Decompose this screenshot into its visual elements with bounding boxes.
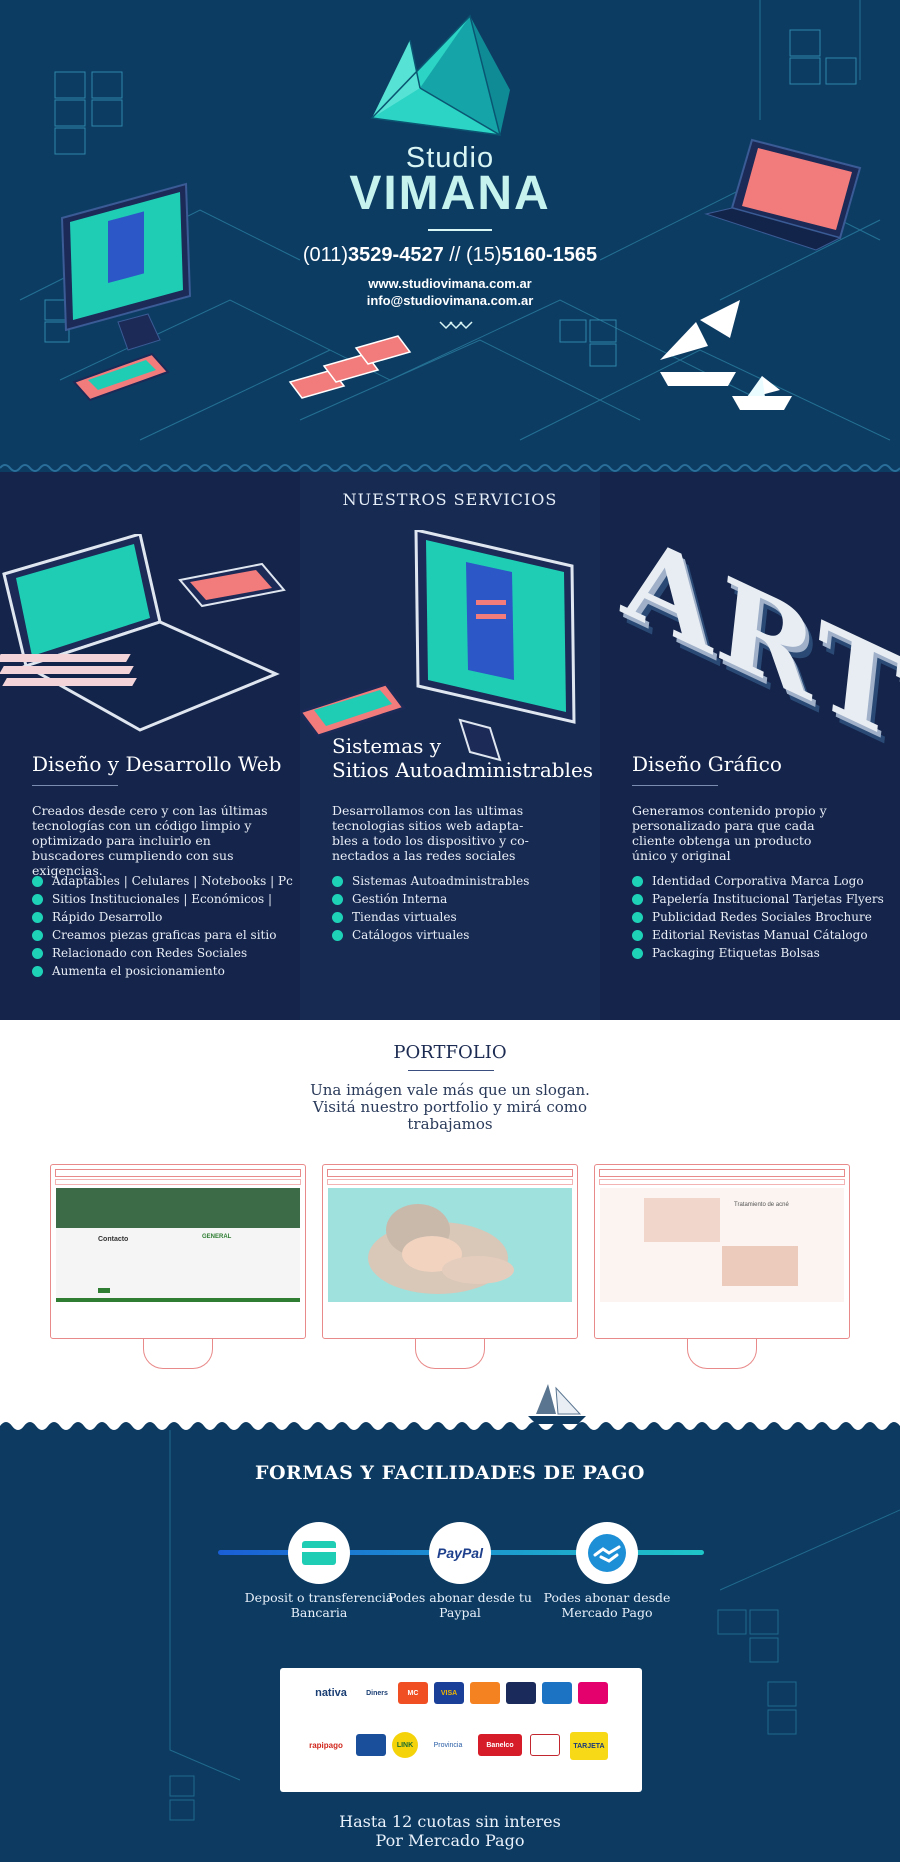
brand-divider <box>428 229 492 231</box>
bank-transfer-label: Deposit o transferencia Bancaria <box>244 1590 394 1620</box>
payment-background-lines <box>169 1430 900 1821</box>
card-argencard <box>530 1734 560 1756</box>
payment-section: FORMAS Y FACILIDADES DE PAGO PayPal Depo… <box>0 1430 900 1862</box>
mercado-pago-handshake-icon <box>588 1534 626 1572</box>
phone-illustrations-center <box>288 335 412 399</box>
installments-line-2: Por Mercado Pago <box>375 1831 525 1850</box>
site-screenshot-contact: Contacto GENERAL <box>56 1188 300 1302</box>
list-item: Editorial Revistas Manual Cátalogo <box>632 926 884 944</box>
services-heading: NUESTROS SERVICIOS <box>342 490 558 509</box>
card-mastercard: MC <box>398 1682 428 1704</box>
portfolio-item-2[interactable] <box>322 1164 578 1370</box>
list-item: Catálogos virtuales <box>332 926 529 944</box>
payment-cards-panel: nativa Diners MC VISA rapipago LINK Prov… <box>280 1668 642 1792</box>
card-logo <box>356 1734 386 1756</box>
website-link[interactable]: www.studiovimana.com.ar <box>0 276 900 291</box>
service-column-web: Diseño y Desarrollo Web Creados desde ce… <box>0 472 300 1020</box>
phone-2-number: 5160-1565 <box>501 244 598 266</box>
portfolio-title: PORTFOLIO <box>393 1042 507 1063</box>
brand-vimana-text: VIMANA <box>349 167 551 220</box>
hero-isometric-illustration <box>0 0 900 472</box>
paypal-label: Podes abonar desde tu Paypal <box>388 1590 532 1620</box>
list-item: Adaptables | Celulares | Notebooks | Pc <box>32 872 293 890</box>
portfolio-item-1[interactable]: Contacto GENERAL <box>50 1164 306 1370</box>
service-web-title: Diseño y Desarrollo Web <box>32 752 282 776</box>
site-beauty-heading: Tratamiento de acné <box>734 1202 789 1208</box>
card-visa: VISA <box>434 1682 464 1704</box>
site-screenshot-baby <box>328 1188 572 1302</box>
list-item: Rápido Desarrollo <box>32 908 293 926</box>
card-logo <box>506 1682 536 1704</box>
phone-1-number: 3529-4527 <box>348 244 444 266</box>
list-item: Creamos piezas graficas para el sitio <box>32 926 293 944</box>
card-rapipago: rapipago <box>304 1734 348 1756</box>
card-logo <box>470 1682 500 1704</box>
art-3d-text: ART <box>617 505 900 770</box>
browser-frame: Contacto GENERAL <box>50 1164 306 1339</box>
installments-text: Hasta 12 cuotas sin interes Por Mercado … <box>0 1812 900 1850</box>
bank-card-icon <box>302 1541 336 1565</box>
phone-separator: // <box>443 244 466 266</box>
service-column-graphic: ART Diseño Gráfico Generamos contenido p… <box>600 472 900 1020</box>
portfolio-divider <box>408 1070 494 1071</box>
site-contact-heading: Contacto <box>98 1236 129 1243</box>
bank-transfer-button[interactable] <box>288 1522 350 1584</box>
vimana-crystal-logo <box>370 14 510 136</box>
mercado-pago-label: Podes abonar desde Mercado Pago <box>543 1590 671 1620</box>
service-web-description: Creados desde cero y con las últimas tec… <box>32 803 268 878</box>
service-graphic-list: Identidad Corporativa Marca Logo Papeler… <box>632 872 884 962</box>
list-item: Packaging Etiquetas Bolsas <box>632 944 884 962</box>
list-item: Identidad Corporativa Marca Logo <box>632 872 884 890</box>
mercado-pago-button[interactable] <box>576 1522 638 1584</box>
email-link[interactable]: info@studiovimana.com.ar <box>0 293 900 308</box>
phone-2-prefix: (15) <box>465 244 502 266</box>
service-graphic-title: Diseño Gráfico <box>632 752 782 776</box>
phone-numbers[interactable]: (011)3529-4527 // (15)5160-1565 <box>0 244 900 267</box>
list-item: Sistemas Autoadministrables <box>332 872 529 890</box>
card-nativa: nativa <box>308 1682 354 1704</box>
portfolio-text: Una imágen vale más que un slogan. Visit… <box>310 1081 590 1133</box>
card-banelco: Banelco <box>478 1734 522 1756</box>
paypal-logo: PayPal <box>437 1545 483 1561</box>
portfolio-item-3[interactable]: Tratamiento de acné <box>594 1164 850 1370</box>
services-section: Diseño y Desarrollo Web Creados desde ce… <box>0 472 900 1020</box>
browser-frame: Tratamiento de acné <box>594 1164 850 1339</box>
browser-frame <box>322 1164 578 1339</box>
card-link: LINK <box>392 1732 418 1758</box>
list-item: Aumenta el posicionamiento <box>32 962 293 980</box>
phone-illustration-left <box>72 352 170 402</box>
hero-section: Studio VIMANA (011)3529-4527 // (15)5160… <box>0 0 900 472</box>
card-logo <box>542 1682 572 1704</box>
service-web-divider <box>32 785 118 786</box>
list-item: Sitios Institucionales | Económicos | <box>32 890 293 908</box>
chevron-decoration <box>439 321 473 330</box>
baby-photo <box>368 1204 514 1294</box>
service-systems-title: Sistemas y Sitios Autoadministrables <box>332 734 594 782</box>
sailboat-illustrations <box>660 300 792 410</box>
service-graphic-divider <box>632 785 718 786</box>
service-web-list: Adaptables | Celulares | Notebooks | Pc … <box>32 872 293 980</box>
installments-line-1: Hasta 12 cuotas sin interes <box>339 1812 561 1831</box>
card-diners: Diners <box>362 1682 392 1704</box>
phone-1-prefix: (011) <box>302 244 349 266</box>
site-brand: GENERAL <box>202 1234 232 1240</box>
list-item: Gestión Interna <box>332 890 529 908</box>
site-screenshot-beauty: Tratamiento de acné <box>600 1188 844 1302</box>
card-logo <box>578 1682 608 1704</box>
list-item: Papelería Institucional Tarjetas Flyers <box>632 890 884 908</box>
card-tarjeta: TARJETA <box>570 1732 608 1760</box>
portfolio-section: PORTFOLIO Una imágen vale más que un slo… <box>0 1020 900 1430</box>
sailboat-icon <box>528 1384 586 1424</box>
list-item: Publicidad Redes Sociales Brochure <box>632 908 884 926</box>
service-column-systems: Sistemas y Sitios Autoadministrables Des… <box>300 472 600 1020</box>
card-provincia: Provincia <box>426 1734 470 1756</box>
list-item: Tiendas virtuales <box>332 908 529 926</box>
list-item: Relacionado con Redes Sociales <box>32 944 293 962</box>
payment-title: FORMAS Y FACILIDADES DE PAGO <box>254 1462 645 1484</box>
service-systems-list: Sistemas Autoadministrables Gestión Inte… <box>332 872 529 944</box>
service-graphic-description: Generamos contenido propio y personaliza… <box>632 803 827 863</box>
service-systems-description: Desarrollamos con las ultimas tecnologia… <box>332 803 529 863</box>
paypal-button[interactable]: PayPal <box>429 1522 491 1584</box>
portfolio-footer-decoration <box>0 1384 900 1430</box>
